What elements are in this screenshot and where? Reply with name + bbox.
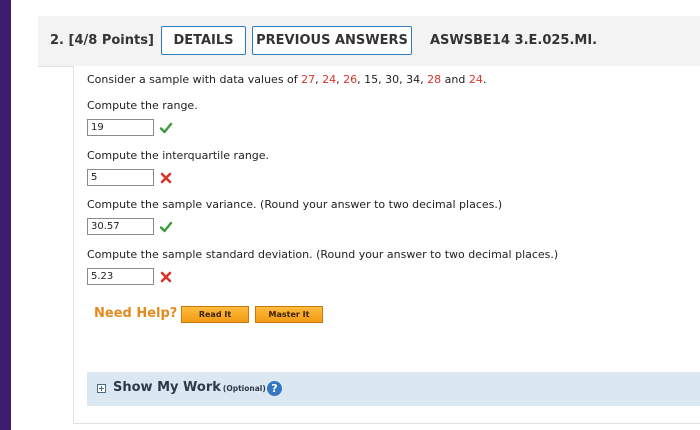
window-edge <box>0 0 11 430</box>
need-help-label: Need Help? <box>94 306 178 321</box>
std-dev-answer-field[interactable]: 5.23 <box>87 268 154 285</box>
question-number-points: 2. [4/8 Points] <box>50 33 154 48</box>
range-prompt: Compute the range. <box>87 99 198 112</box>
data-value: 15 <box>364 73 379 86</box>
data-value: 26 <box>343 73 358 86</box>
question-body: Consider a sample with data values of 27… <box>73 66 700 424</box>
variance-answer-field[interactable]: 30.57 <box>87 218 154 235</box>
iqr-prompt: Compute the interquartile range. <box>87 149 270 162</box>
check-icon <box>159 122 173 134</box>
data-value: 24 <box>322 73 337 86</box>
data-value: 27 <box>301 73 316 86</box>
question-header: 2. [4/8 Points] DETAILS PREVIOUS ANSWERS… <box>38 16 700 67</box>
intro-prefix: Consider a sample with data values of <box>87 73 302 86</box>
iqr-answer-field[interactable]: 5 <box>87 169 154 186</box>
period: . <box>482 73 487 86</box>
intro-text: Consider a sample with data values of 27… <box>87 73 486 86</box>
question-circle-icon[interactable]: ? <box>267 381 282 396</box>
x-mark-icon <box>160 172 172 184</box>
question-code: ASWSBE14 3.E.025.MI. <box>430 33 598 48</box>
std-dev-prompt: Compute the sample standard deviation. (… <box>87 248 559 261</box>
data-value: 30 <box>385 73 400 86</box>
show-my-work-text: Show My Work <box>113 380 221 395</box>
show-my-work-label[interactable]: Show My Work (Optional) <box>113 380 266 395</box>
data-value: 24 <box>468 73 483 86</box>
and-word: and <box>441 73 469 86</box>
question-points: [4/8 Points] <box>68 33 154 48</box>
question-number: 2. <box>50 33 64 48</box>
data-value: 34 <box>406 73 421 86</box>
master-it-button[interactable]: Master It <box>255 306 323 323</box>
variance-prompt: Compute the sample variance. (Round your… <box>87 198 503 211</box>
details-button[interactable]: DETAILS <box>161 26 246 55</box>
plus-box-icon[interactable] <box>97 384 106 393</box>
show-my-work-bar[interactable]: Show My Work (Optional) ? <box>87 372 700 406</box>
check-icon <box>159 221 173 233</box>
optional-text: (Optional) <box>222 384 266 393</box>
data-value: 28 <box>427 73 442 86</box>
range-answer-field[interactable]: 19 <box>87 119 154 136</box>
previous-answers-button[interactable]: PREVIOUS ANSWERS <box>252 26 412 55</box>
x-mark-icon <box>160 271 172 283</box>
read-it-button[interactable]: Read It <box>181 306 249 323</box>
